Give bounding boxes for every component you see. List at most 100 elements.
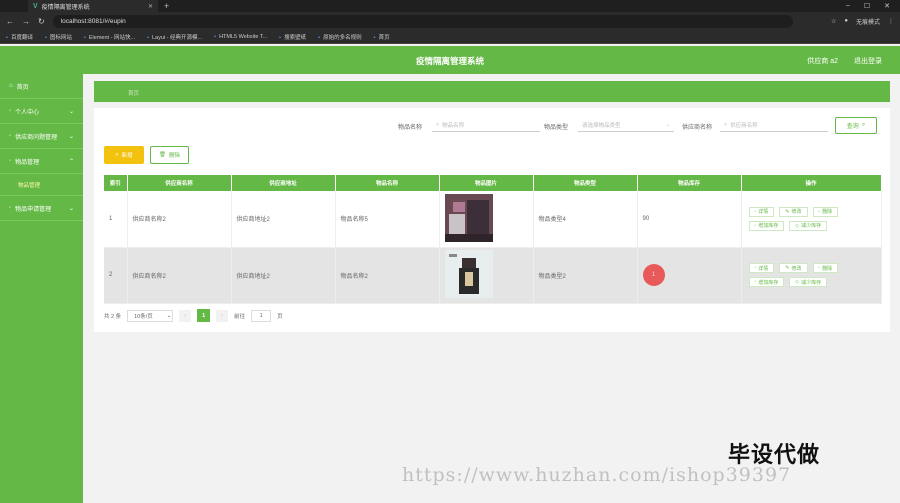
bookmark-item[interactable]: 搜索壁纸 — [279, 33, 306, 41]
name-input[interactable]: ⌕ 物品名称 — [432, 119, 540, 132]
edit-icon: ✎ — [785, 265, 790, 271]
home-icon: ⌂ — [9, 83, 13, 89]
breadcrumb[interactable]: 首页 — [94, 81, 890, 102]
cell-name: 物品名称5 — [335, 191, 440, 248]
cell-actions: ▫ 详情 ✎ 修改 ▫ 删除 ▫ 增加库存 ◇ 减少库存 — [741, 247, 882, 304]
edit-icon: ✎ — [785, 208, 790, 215]
cell-supplier: 供应商名称2 — [127, 191, 232, 248]
logout-link[interactable]: 退出登录 — [854, 56, 882, 66]
bookmark-item[interactable]: 原始的多名规则 — [318, 33, 362, 41]
batch-delete-button[interactable]: 🗑 删除 — [150, 146, 189, 164]
trash-icon: ▫ — [818, 265, 821, 271]
address-bar-row: ← → ↻ localhost:8081/#/eupin ☆ ● 无痕模式 ⋮ — [0, 12, 900, 30]
chevron-down-icon: ⌄ — [68, 205, 74, 212]
bookmark-item[interactable]: Layui - 经典开源模... — [147, 33, 202, 41]
supplier-input[interactable]: ⌕ 供应商名称 — [720, 119, 828, 132]
query-button[interactable]: 查询 ⌕ — [835, 117, 877, 134]
col-image: 物品图片 — [439, 175, 534, 191]
bookmarks-bar: 百度翻译 图标网站 Element - 网站快... Layui - 经典开源模...… — [0, 30, 900, 44]
col-address: 供应商地址 — [231, 175, 336, 191]
close-tab-icon[interactable]: ✕ — [148, 3, 153, 10]
minus-icon: ◇ — [795, 279, 800, 285]
goto-input[interactable]: 1 — [251, 309, 272, 322]
maximize-icon[interactable]: ☐ — [864, 2, 870, 10]
total-count: 共 2 条 — [104, 313, 122, 320]
cell-address: 供应商地址2 — [231, 191, 336, 248]
detail-button[interactable]: ▫ 详情 — [748, 206, 775, 217]
profile-label: 无痕模式 — [855, 19, 880, 26]
url-field[interactable]: localhost:8081/#/eupin — [52, 14, 793, 28]
search-icon: ⌕ — [436, 121, 440, 128]
pagination: 共 2 条 10条/页 ⌄ ‹ 1 › 前往 1 页 — [104, 309, 283, 322]
page-size-select[interactable]: 10条/页 ⌄ — [127, 309, 174, 322]
new-tab-button[interactable]: + — [164, 1, 169, 11]
cell-index: 2 — [104, 247, 128, 304]
bookmark-item[interactable]: HTML5 Website T... — [214, 34, 267, 40]
cell-stock: 90 — [637, 191, 742, 248]
increase-stock-button[interactable]: ▫ 增加库存 — [748, 220, 785, 231]
table-row: 2 供应商名称2 供应商地址2 物品名称2 物品类型2 1 ▫ 详情 ✎ 修改 ▫ 删… — [104, 247, 882, 304]
sidebar-item-goods[interactable]: ◦ 物品管理 ⌃ — [0, 149, 83, 174]
plus-icon: ▫ — [754, 279, 757, 285]
content-card: 物品名称 ⌕ 物品名称 物品类型 请选择物品类型 ⌄ 供应商名称 ⌕ 供应商名称 查询… — [94, 108, 890, 332]
bookmark-item[interactable]: 首页 — [374, 33, 390, 41]
next-page-button[interactable]: › — [216, 309, 229, 322]
prev-page-button[interactable]: ‹ — [179, 309, 192, 322]
menu-icon: ◦ — [9, 133, 12, 139]
minus-icon: ◇ — [795, 222, 800, 229]
delete-button[interactable]: ▫ 删除 — [812, 263, 839, 273]
back-icon[interactable]: ← — [6, 17, 14, 26]
cell-supplier: 供应商名称2 — [127, 247, 232, 304]
chevron-down-icon: ⌄ — [68, 133, 74, 140]
add-button[interactable]: + 新增 — [104, 146, 144, 164]
delete-button[interactable]: ▫ 删除 — [812, 206, 839, 217]
cell-address: 供应商地址2 — [231, 247, 336, 304]
chevron-down-icon: ⌄ — [68, 108, 74, 115]
col-actions: 操作 — [741, 175, 882, 191]
table-row: 1 供应商名称2 供应商地址2 物品名称5 物品类型4 90 ▫ 详情 ✎ 修改 ▫… — [104, 191, 882, 248]
page-number[interactable]: 1 — [197, 309, 211, 322]
detail-button[interactable]: ▫ 详情 — [748, 263, 775, 273]
profile-icon[interactable]: ● — [844, 18, 848, 24]
trash-icon: 🗑 — [159, 152, 166, 158]
col-index: 索引 — [104, 175, 128, 191]
cell-type: 物品类型2 — [533, 247, 638, 304]
cell-name: 物品名称2 — [335, 247, 440, 304]
sidebar-item-home[interactable]: ⌂ 首页 — [0, 74, 83, 99]
sidebar-subitem-goods[interactable]: 物品管理 — [0, 174, 83, 196]
watermark-url: https://www.huzhan.com/ishop39397 — [402, 464, 792, 486]
increase-stock-button[interactable]: ▫ 增加库存 — [748, 277, 785, 287]
bookmark-item[interactable]: 图标网站 — [45, 33, 72, 41]
goods-image[interactable] — [444, 193, 493, 242]
col-type: 物品类型 — [533, 175, 638, 191]
close-window-icon[interactable]: ✕ — [884, 2, 890, 10]
sidebar-item-goods-apply[interactable]: ◦ 物品申请管理 ⌄ — [0, 196, 83, 221]
forward-icon[interactable]: → — [22, 17, 30, 26]
menu-icon[interactable]: ⋮ — [888, 18, 894, 25]
star-icon[interactable]: ☆ — [831, 18, 836, 25]
decrease-stock-button[interactable]: ◇ 减少库存 — [789, 277, 828, 287]
stock-value: 1 — [642, 264, 665, 286]
menu-icon: ◦ — [9, 158, 12, 164]
reload-icon[interactable]: ↻ — [38, 17, 45, 26]
bookmark-item[interactable]: Element - 网站快... — [84, 33, 135, 41]
decrease-stock-button[interactable]: ◇ 减少库存 — [789, 220, 828, 231]
edit-button[interactable]: ✎ 修改 — [779, 206, 808, 217]
sidebar-item-profile[interactable]: ◦ 个人中心 ⌄ — [0, 99, 83, 124]
bookmark-item[interactable]: 百度翻译 — [6, 33, 33, 41]
col-stock: 物品库存 — [637, 175, 742, 191]
detail-icon: ▫ — [754, 208, 757, 215]
table-header-row: 索引 供应商名称 供应商地址 物品名称 物品图片 物品类型 物品库存 操作 — [104, 175, 882, 191]
cell-image — [439, 191, 534, 248]
goods-table: 索引 供应商名称 供应商地址 物品名称 物品图片 物品类型 物品库存 操作 1 … — [104, 175, 882, 304]
chevron-up-icon: ⌃ — [68, 158, 74, 165]
minimize-icon[interactable]: – — [846, 2, 850, 10]
cell-type: 物品类型4 — [533, 191, 638, 248]
edit-button[interactable]: ✎ 修改 — [779, 263, 808, 273]
browser-tab[interactable]: V 疫情隔离管理系统 ✕ — [28, 0, 158, 12]
goods-image[interactable] — [444, 250, 493, 298]
sidebar-item-supplier-issues[interactable]: ◦ 供应商问题管理 ⌄ — [0, 124, 83, 149]
chevron-down-icon: ⌄ — [166, 312, 172, 319]
search-icon: ⌕ — [724, 121, 728, 128]
type-select[interactable]: 请选择物品类型 ⌄ — [578, 119, 674, 132]
